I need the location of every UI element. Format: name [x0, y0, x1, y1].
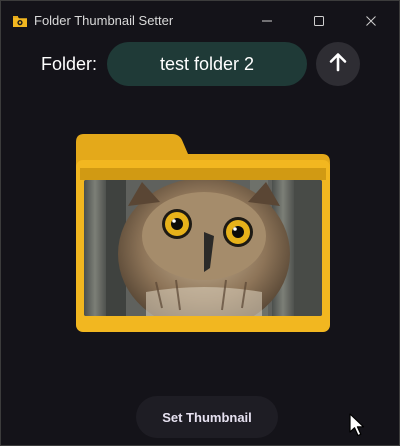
mouse-cursor-icon	[349, 413, 365, 437]
minimize-icon	[261, 15, 273, 27]
set-thumbnail-button[interactable]: Set Thumbnail	[136, 396, 278, 438]
window-title: Folder Thumbnail Setter	[34, 13, 174, 28]
parent-folder-button[interactable]	[316, 42, 360, 86]
close-button[interactable]	[345, 1, 397, 41]
folder-label: Folder:	[41, 54, 98, 74]
owl-thumbnail	[84, 180, 322, 316]
close-icon	[365, 15, 377, 27]
maximize-icon	[313, 15, 325, 27]
folder-name-field[interactable]: test folder 2	[107, 42, 307, 86]
folder-preview	[76, 132, 330, 332]
minimize-button[interactable]	[241, 1, 293, 41]
maximize-button[interactable]	[293, 1, 345, 41]
title-bar[interactable]: Folder Thumbnail Setter	[1, 1, 399, 41]
arrow-up-icon	[327, 51, 349, 78]
folder-name-value: test folder 2	[159, 53, 255, 74]
camera-folder-icon	[13, 14, 27, 27]
app-window: Folder Thumbnail Setter Folder: test fol…	[0, 0, 400, 446]
folder-icon	[76, 134, 330, 332]
set-thumbnail-label: Set Thumbnail	[162, 409, 252, 425]
